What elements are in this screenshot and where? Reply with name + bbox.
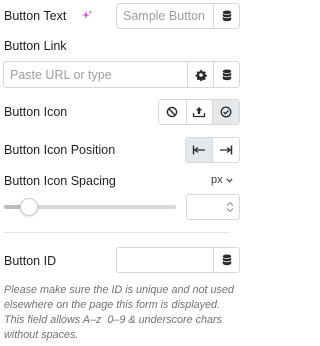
help-line: Please make sure the ID is unique and no… xyxy=(4,284,234,296)
database-icon xyxy=(222,69,232,81)
dynamic-tags-button[interactable] xyxy=(213,62,239,87)
spacing-slider-thumb[interactable] xyxy=(20,198,39,216)
stepper-icon xyxy=(226,201,234,213)
align-end-icon xyxy=(219,145,233,155)
button-icon-choices xyxy=(158,99,240,125)
button-icon-label: Button Icon xyxy=(4,105,68,119)
icon-position-choices xyxy=(185,137,240,163)
gear-icon xyxy=(195,69,207,81)
button-text-field xyxy=(116,3,240,29)
dynamic-tags-button[interactable] xyxy=(213,248,239,272)
button-icon-position-label: Button Icon Position xyxy=(4,143,116,157)
help-line: elsewhere on the page this form is displ… xyxy=(4,299,221,311)
unit-label: px xyxy=(211,174,223,186)
button-icon-spacing-label: Button Icon Spacing xyxy=(4,174,116,188)
button-text-label-text: Button Text xyxy=(4,9,67,23)
sparkle-icon[interactable] xyxy=(81,10,93,22)
button-link-label: Button Link xyxy=(4,39,67,53)
help-line: This field allows A–z 0–9 & underscore c… xyxy=(4,314,223,326)
database-icon xyxy=(222,10,232,22)
button-id-label: Button ID xyxy=(4,254,57,268)
icon-option-none[interactable] xyxy=(159,100,186,124)
button-link-input[interactable] xyxy=(4,62,187,87)
chevron-down-icon xyxy=(226,177,233,183)
upload-icon xyxy=(192,106,206,118)
spacing-slider-fill xyxy=(4,205,22,209)
align-start-icon xyxy=(192,145,206,155)
dynamic-tags-button[interactable] xyxy=(213,4,239,28)
link-options-button[interactable] xyxy=(187,62,213,87)
position-option-start[interactable] xyxy=(186,138,213,162)
icon-option-check[interactable] xyxy=(212,100,239,124)
help-line: without spaces. xyxy=(4,329,79,341)
unit-selector[interactable]: px xyxy=(211,174,233,186)
button-text-label: Button Text xyxy=(4,8,66,24)
position-option-end[interactable] xyxy=(212,138,239,162)
button-id-input[interactable] xyxy=(117,248,213,272)
section-divider xyxy=(4,232,230,233)
stepper-arrows[interactable] xyxy=(221,195,239,219)
none-icon xyxy=(166,106,178,118)
button-link-field xyxy=(3,61,240,88)
icon-option-upload[interactable] xyxy=(185,100,213,124)
button-text-input[interactable] xyxy=(117,4,213,28)
check-circle-icon xyxy=(220,106,232,118)
database-icon xyxy=(222,254,232,266)
button-id-field xyxy=(116,247,240,273)
spacing-number-field xyxy=(186,194,240,220)
spacing-number-input[interactable] xyxy=(187,195,221,219)
button-id-help: Please make sure the ID is unique and no… xyxy=(4,283,242,343)
